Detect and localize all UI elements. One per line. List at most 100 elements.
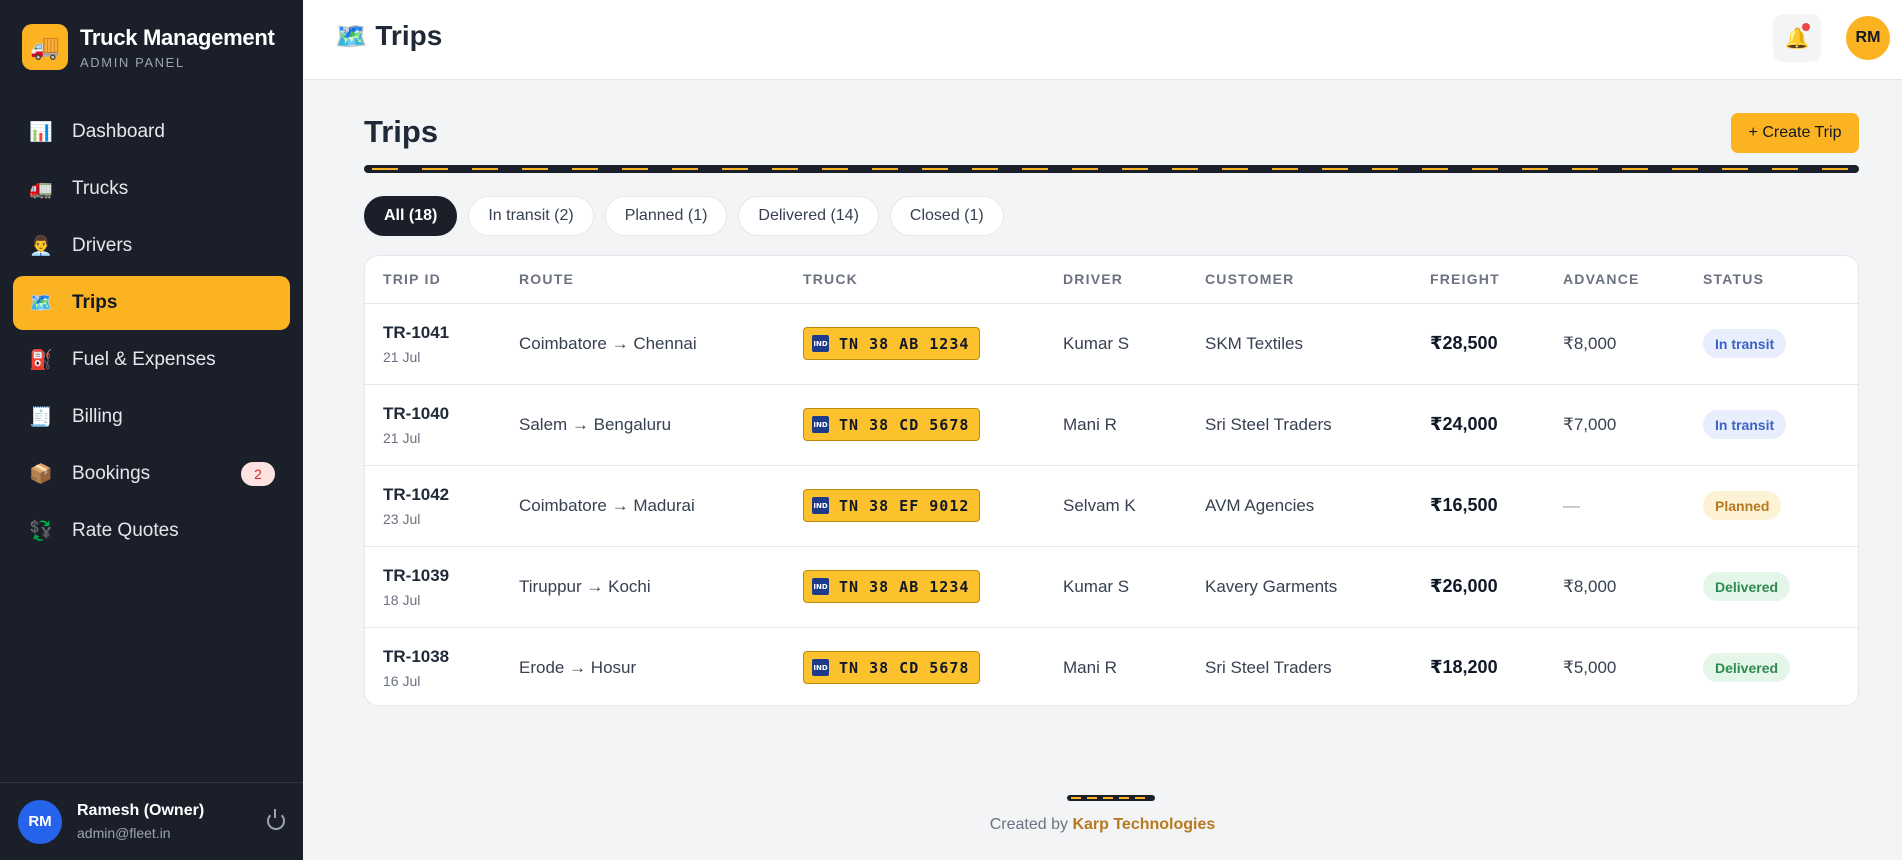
table-row[interactable]: TR-1038 16 Jul Erode → Hosur IND TN 38 CD … bbox=[365, 627, 1858, 705]
status-filters: All (18) In transit (2) Planned (1) Deli… bbox=[364, 196, 1015, 236]
footer: Created by Karp Technologies bbox=[0, 816, 1902, 834]
create-trip-button[interactable]: + Create Trip bbox=[1731, 113, 1859, 153]
trip-id[interactable]: TR-1038 bbox=[383, 647, 501, 667]
sidebar-item-trips[interactable]: 🗺️ Trips bbox=[13, 276, 290, 330]
sidebar-item-rate-quotes[interactable]: 💱 Rate Quotes bbox=[13, 504, 290, 558]
column-header[interactable]: TRIP ID bbox=[365, 256, 501, 304]
brand-title: Truck Management bbox=[80, 24, 275, 50]
sidebar-item-billing[interactable]: 🧾 Billing bbox=[13, 390, 290, 444]
filter-delivered[interactable]: Delivered (14) bbox=[738, 196, 879, 236]
trip-route: Coimbatore → Chennai bbox=[501, 303, 785, 385]
sidebar-item-label: Billing bbox=[72, 406, 123, 427]
truck-plate[interactable]: IND TN 38 EF 9012 bbox=[803, 489, 981, 522]
map-icon: 🗺️ bbox=[29, 293, 53, 314]
status-badge: In transit bbox=[1703, 410, 1787, 439]
plate-number: TN 38 EF 9012 bbox=[839, 496, 970, 515]
currency-exchange-icon: 💱 bbox=[29, 521, 53, 542]
trip-route: Coimbatore → Madurai bbox=[501, 465, 785, 547]
filter-all[interactable]: All (18) bbox=[364, 196, 458, 236]
filter-planned[interactable]: Planned (1) bbox=[604, 196, 728, 236]
table-row[interactable]: TR-1040 21 Jul Salem → Bengaluru IND TN 38… bbox=[365, 384, 1858, 466]
plate-number: TN 38 AB 1234 bbox=[839, 334, 970, 353]
table-row[interactable]: TR-1041 21 Jul Coimbatore → Chennai IND TN… bbox=[365, 303, 1858, 385]
plate-number: TN 38 CD 5678 bbox=[839, 415, 970, 434]
receipt-icon: 🧾 bbox=[29, 407, 53, 428]
sidebar-item-label: Bookings bbox=[72, 463, 151, 484]
trip-date: 21 Jul bbox=[383, 429, 421, 446]
plate-number: TN 38 CD 5678 bbox=[839, 658, 970, 677]
truck-icon: 🚚 bbox=[22, 24, 68, 70]
package-icon: 📦 bbox=[29, 464, 53, 485]
fuel-pump-icon: ⛽ bbox=[29, 350, 53, 371]
trip-freight: ₹24,000 bbox=[1412, 384, 1545, 466]
filter-closed[interactable]: Closed (1) bbox=[889, 196, 1004, 236]
notifications-button[interactable]: 🔔 bbox=[1773, 14, 1821, 62]
filter-in-transit[interactable]: In transit (2) bbox=[468, 196, 594, 236]
column-header[interactable]: FREIGHT bbox=[1412, 256, 1545, 304]
table-row[interactable]: TR-1042 23 Jul Coimbatore → Madurai IND TN… bbox=[365, 465, 1858, 547]
trip-id[interactable]: TR-1041 bbox=[383, 323, 501, 343]
footer-company-link[interactable]: Karp Technologies bbox=[1072, 816, 1215, 833]
trip-driver: Mani R bbox=[1045, 384, 1187, 466]
sidebar-item-label: Dashboard bbox=[72, 121, 165, 142]
trip-freight: ₹28,500 bbox=[1412, 303, 1545, 385]
bookings-count-badge: 2 bbox=[241, 462, 275, 486]
trip-advance: ₹8,000 bbox=[1545, 303, 1685, 385]
truck-plate[interactable]: IND TN 38 CD 5678 bbox=[803, 408, 981, 441]
sidebar-item-dashboard[interactable]: 📊 Dashboard bbox=[13, 105, 290, 159]
sidebar-item-bookings[interactable]: 📦 Bookings 2 bbox=[13, 447, 290, 501]
sidebar-item-fuel-expenses[interactable]: ⛽ Fuel & Expenses bbox=[13, 333, 290, 387]
plate-flag: IND bbox=[812, 659, 829, 677]
page-title: 🗺️ Trips bbox=[335, 20, 442, 52]
trip-advance: ₹5,000 bbox=[1563, 657, 1617, 677]
topbar-title: Trips bbox=[375, 20, 443, 51]
trip-advance: — bbox=[1545, 465, 1685, 547]
sidebar-item-drivers[interactable]: 👨‍💼 Drivers bbox=[13, 219, 290, 273]
trip-date: 21 Jul bbox=[383, 348, 421, 365]
plate-flag: IND bbox=[812, 416, 829, 433]
column-header[interactable]: ADVANCE bbox=[1545, 256, 1685, 304]
sidebar-item-label: Fuel & Expenses bbox=[72, 349, 216, 370]
truck-plate[interactable]: IND TN 38 AB 1234 bbox=[803, 570, 981, 603]
truck-plate[interactable]: IND TN 38 CD 5678 bbox=[803, 651, 981, 685]
trips-table: TRIP ID ROUTE TRUCK DRIVER CUSTOMER FREI… bbox=[365, 256, 1858, 705]
sidebar: 🚚 Truck Management ADMIN PANEL 📊 Dashboa… bbox=[0, 0, 303, 860]
sidebar-item-label: Trips bbox=[72, 292, 118, 313]
plate-flag: IND bbox=[812, 497, 829, 514]
trip-route: Salem → Bengaluru bbox=[501, 384, 785, 466]
trip-driver: Selvam K bbox=[1045, 465, 1187, 547]
truck-plate[interactable]: IND TN 38 AB 1234 bbox=[803, 327, 981, 360]
trip-advance: ₹8,000 bbox=[1545, 546, 1685, 628]
trip-customer: SKM Textiles bbox=[1187, 303, 1412, 385]
trip-date: 18 Jul bbox=[383, 591, 421, 608]
sidebar-item-trucks[interactable]: 🚛 Trucks bbox=[13, 162, 290, 216]
sidebar-item-label: Drivers bbox=[72, 235, 133, 256]
brand-subtitle: ADMIN PANEL bbox=[80, 54, 185, 70]
column-header[interactable]: ROUTE bbox=[501, 256, 785, 304]
column-header[interactable]: CUSTOMER bbox=[1187, 256, 1412, 304]
status-badge: Delivered bbox=[1703, 653, 1791, 683]
trip-id[interactable]: TR-1039 bbox=[383, 566, 501, 586]
trip-customer: Sri Steel Traders bbox=[1205, 657, 1332, 677]
chart-icon: 📊 bbox=[29, 122, 53, 143]
road-divider bbox=[364, 165, 1859, 173]
column-header[interactable]: STATUS bbox=[1685, 256, 1858, 304]
trip-driver: Mani R bbox=[1063, 657, 1117, 677]
column-header[interactable]: TRUCK bbox=[785, 256, 1045, 304]
trip-customer: Sri Steel Traders bbox=[1187, 384, 1412, 466]
page-heading: Trips bbox=[364, 114, 439, 149]
table-row[interactable]: TR-1039 18 Jul Tiruppur → Kochi IND TN 38 … bbox=[365, 546, 1858, 628]
plate-number: TN 38 AB 1234 bbox=[839, 577, 970, 596]
driver-icon: 👨‍💼 bbox=[29, 236, 53, 257]
trip-route: Tiruppur → Kochi bbox=[501, 546, 785, 628]
column-header[interactable]: DRIVER bbox=[1045, 256, 1187, 304]
brand[interactable]: 🚚 Truck Management ADMIN PANEL bbox=[22, 24, 275, 70]
trip-freight: ₹18,200 bbox=[1430, 657, 1498, 678]
trip-id[interactable]: TR-1040 bbox=[383, 404, 501, 424]
map-icon: 🗺️ bbox=[335, 20, 368, 51]
sidebar-item-label: Rate Quotes bbox=[72, 520, 179, 541]
trip-route: Erode → Hosur bbox=[519, 657, 637, 677]
trip-id[interactable]: TR-1042 bbox=[383, 485, 501, 505]
avatar[interactable]: RM bbox=[1846, 16, 1890, 60]
trip-driver: Kumar S bbox=[1045, 303, 1187, 385]
